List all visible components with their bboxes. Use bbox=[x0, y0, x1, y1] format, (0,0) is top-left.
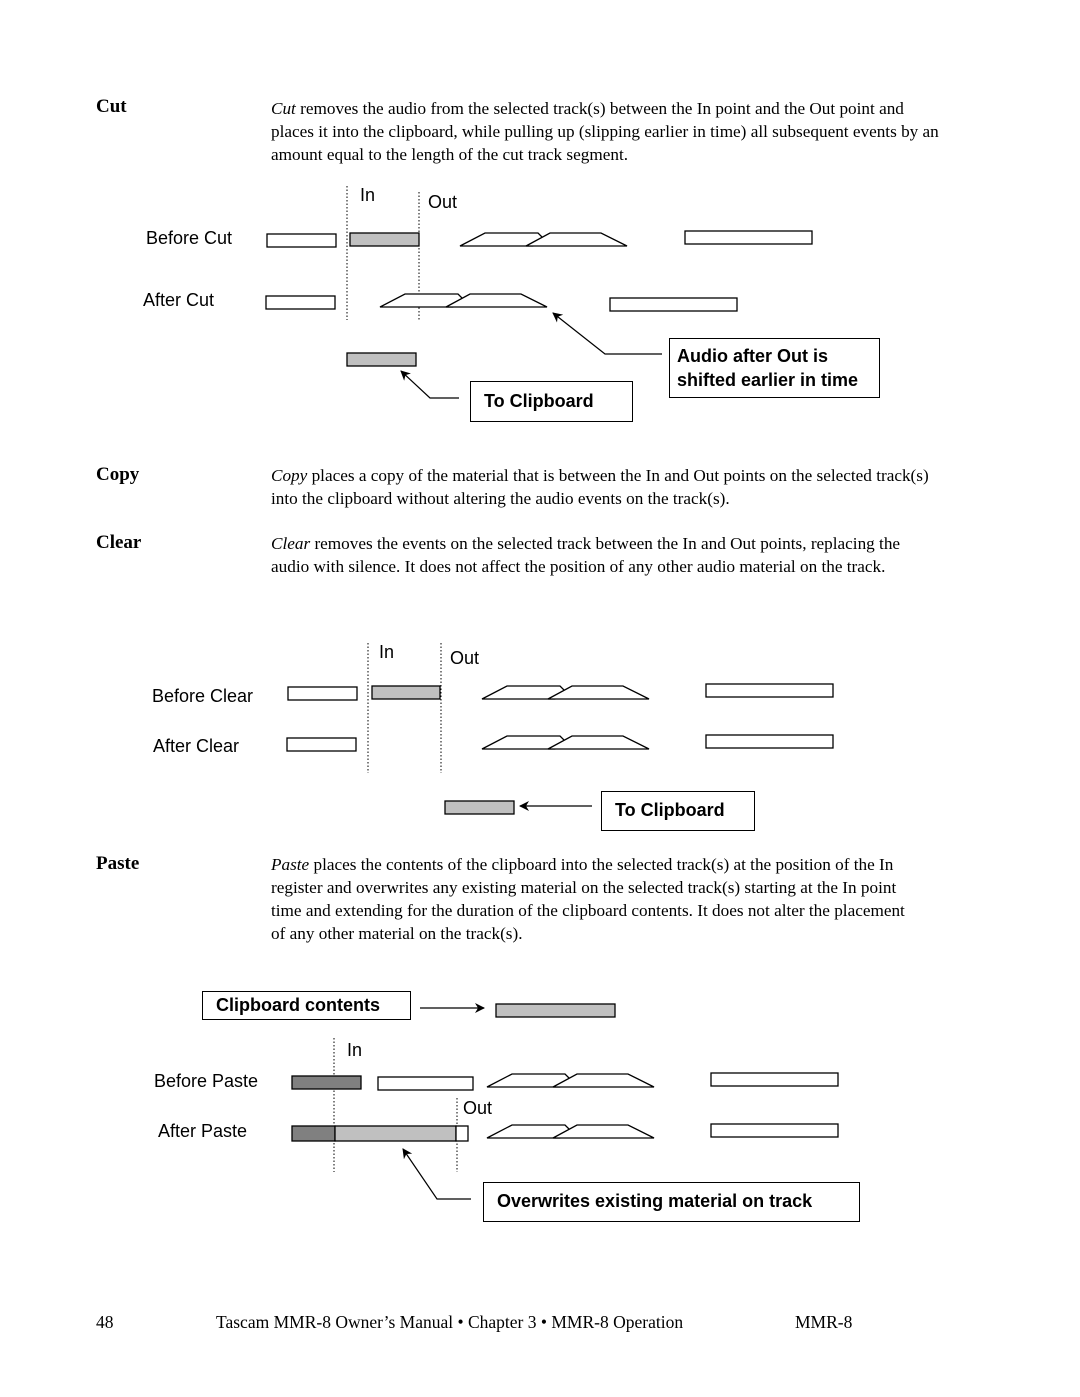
cut-after-event-4 bbox=[609, 297, 738, 312]
clear-diagram bbox=[286, 643, 834, 815]
clear-after-crossfade-event-b bbox=[547, 735, 650, 750]
clear-after-event-1 bbox=[286, 737, 357, 752]
diagram-graphics bbox=[265, 186, 839, 1200]
cut-diagram bbox=[265, 186, 813, 399]
footer-model: MMR-8 bbox=[795, 1312, 853, 1332]
cut-before-crossfade-event-b bbox=[525, 232, 628, 247]
paste-before-event-4 bbox=[710, 1072, 839, 1087]
paste-overwrite-arrow bbox=[402, 1148, 471, 1200]
paste-before-event-2 bbox=[377, 1076, 474, 1091]
cut-before-event-1 bbox=[266, 233, 337, 248]
paste-before-crossfade-event-b bbox=[552, 1073, 655, 1088]
cut-after-crossfade-event-b bbox=[445, 293, 548, 308]
cut-before-event-4 bbox=[684, 230, 813, 245]
paste-after-existing-segment bbox=[291, 1125, 336, 1142]
paste-after-event-4 bbox=[710, 1123, 839, 1138]
footer-title: Tascam MMR-8 Owner’s Manual • Chapter 3 … bbox=[216, 1312, 684, 1332]
cut-after-event-1 bbox=[265, 295, 336, 310]
footer-page-number: 48 bbox=[96, 1312, 114, 1332]
clear-after-event-4 bbox=[705, 734, 834, 749]
paste-clipboard-segment bbox=[495, 1003, 616, 1018]
cut-before-selected-segment bbox=[349, 232, 420, 247]
paste-after-remaining-event bbox=[455, 1125, 469, 1142]
paste-after-crossfade-event-b bbox=[552, 1124, 655, 1139]
clear-before-crossfade-event-b bbox=[547, 685, 650, 700]
cut-clipboard-segment bbox=[346, 352, 417, 367]
cut-clipboard-arrow bbox=[400, 370, 459, 399]
clear-clipboard-segment bbox=[444, 800, 515, 815]
clear-before-event-4 bbox=[705, 683, 834, 698]
cut-shift-arrow bbox=[552, 312, 662, 355]
clear-before-event-1 bbox=[287, 686, 358, 701]
paste-diagram bbox=[291, 1003, 839, 1200]
paste-before-existing-segment bbox=[291, 1075, 362, 1090]
paste-after-pasted-segment bbox=[334, 1125, 457, 1142]
clear-before-selected-segment bbox=[371, 685, 441, 700]
